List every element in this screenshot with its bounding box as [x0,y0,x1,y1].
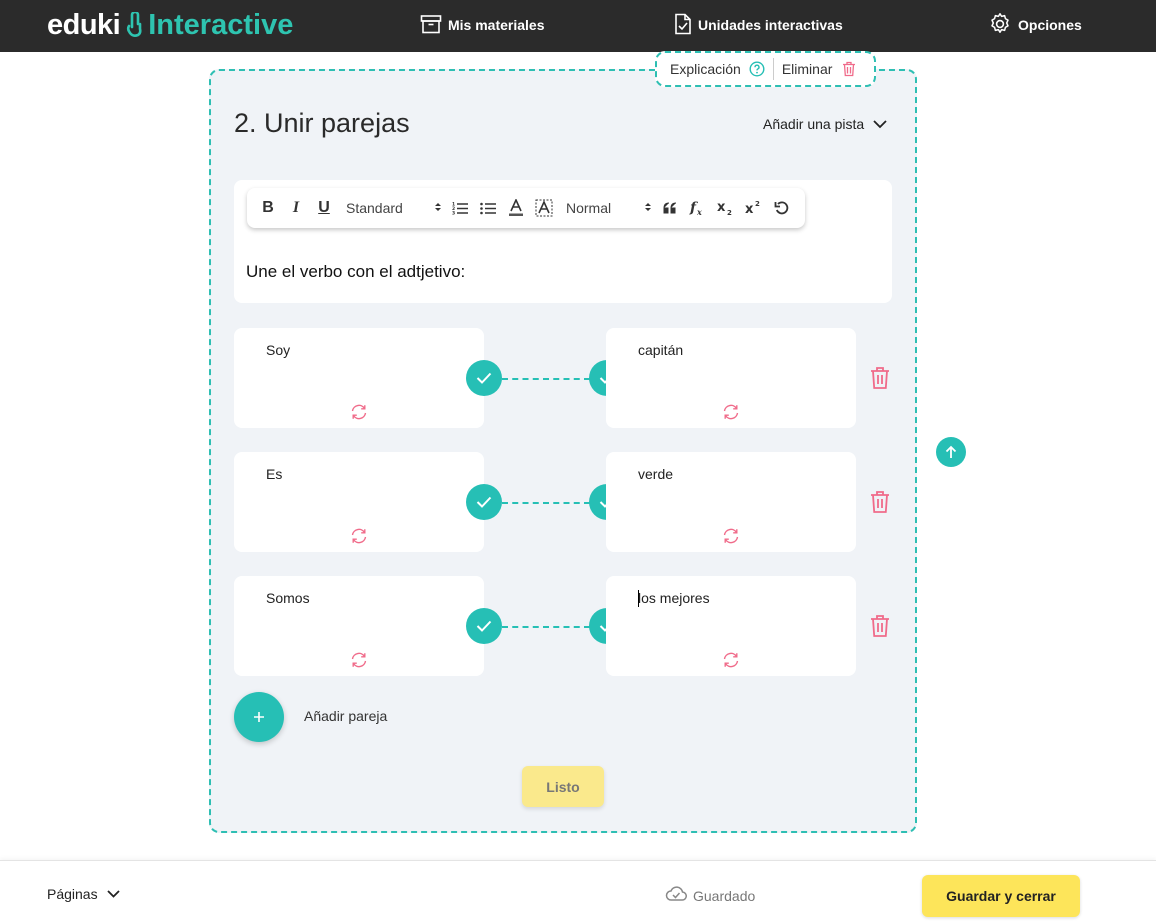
refresh-icon[interactable] [722,652,740,668]
delete-exercise-button[interactable]: Eliminar [782,61,833,77]
nav-unidades-interactivas[interactable]: Unidades interactivas [674,12,843,38]
refresh-icon[interactable] [350,404,368,420]
done-button[interactable]: Listo [522,766,604,807]
eduki-interactive-logo[interactable]: eduki Interactive [47,8,293,42]
save-and-close-button[interactable]: Guardar y cerrar [922,875,1080,917]
logo-eduki-text: eduki [47,8,121,41]
pair-connector-line [502,502,590,504]
pair-left-input[interactable]: Es [234,452,484,552]
font-select-value: Standard [346,200,403,216]
select-arrows-icon [644,200,652,216]
editor-toolbar: B I U Standard 123 Normal fx x2 x2 [247,188,805,228]
pair-right-text: capitán [638,342,684,358]
exercise-title: 2. Unir parejas [234,108,410,138]
archive-box-icon [420,14,448,37]
svg-text:2: 2 [727,209,732,216]
pages-label: Páginas [47,886,98,902]
subscript-icon[interactable]: x2 [717,188,735,228]
trash-icon[interactable] [870,490,890,514]
text-color-icon[interactable] [507,188,525,228]
add-hint-label: Añadir una pista [763,116,865,132]
pair-right-text: verde [638,466,674,482]
nav-mis-materiales-label: Mis materiales [448,17,545,33]
trash-icon[interactable] [842,61,856,77]
svg-text:x: x [745,202,754,216]
svg-text:2: 2 [755,200,760,208]
pair-left-input[interactable]: Soy [234,328,484,428]
clear-format-icon[interactable] [773,188,791,228]
pair-left-text: Somos [266,590,310,606]
nav-unidades-label: Unidades interactivas [698,17,843,33]
cloud-check-icon [665,886,693,905]
pair-left-text: Es [266,466,283,482]
save-status: Guardado [665,886,755,905]
pair-right-text: los mejores [638,590,710,606]
check-icon[interactable] [466,608,502,644]
ordered-list-icon[interactable]: 123 [451,188,469,228]
gear-icon [988,12,1018,39]
check-icon[interactable] [466,484,502,520]
chevron-down-icon [98,886,121,902]
nav-opciones[interactable]: Opciones [988,12,1082,38]
top-navigation-bar: eduki Interactive Mis materiales Unidade… [0,0,1156,52]
formula-icon[interactable]: fx [689,188,707,228]
trash-icon[interactable] [870,366,890,390]
refresh-icon[interactable] [722,404,740,420]
add-pair-label[interactable]: Añadir pareja [304,708,387,724]
bullet-list-icon[interactable] [479,188,497,228]
pages-dropdown[interactable]: Páginas [47,886,121,902]
highlight-color-icon[interactable] [535,188,553,228]
pair-right-input[interactable]: capitán [606,328,856,428]
blockquote-icon[interactable] [661,188,679,228]
chevron-down-icon [864,116,888,132]
pair-left-input[interactable]: Somos [234,576,484,676]
nav-opciones-label: Opciones [1018,17,1082,33]
check-icon[interactable] [466,360,502,396]
exercise-prompt-text[interactable]: Une el verbo con el adtjetivo: [246,262,465,282]
document-check-icon [674,13,698,38]
size-select-value: Normal [566,200,612,216]
logo-interactive-text: Interactive [148,8,294,41]
font-select[interactable]: Standard [346,188,442,228]
explanation-button[interactable]: Explicación [670,61,741,77]
save-status-label: Guardado [693,887,756,904]
refresh-icon[interactable] [350,652,368,668]
svg-text:3: 3 [452,211,455,216]
underline-icon[interactable]: U [315,188,333,228]
size-select[interactable]: Normal [566,188,652,228]
add-pair-button[interactable] [234,692,284,742]
refresh-icon[interactable] [722,528,740,544]
pair-left-text: Soy [266,342,291,358]
pair-right-input[interactable]: verde [606,452,856,552]
arrow-up-icon[interactable] [936,437,966,467]
nav-mis-materiales[interactable]: Mis materiales [420,12,545,38]
card-actions-bar: Explicación Eliminar [655,51,876,87]
trash-icon[interactable] [870,614,890,638]
hand-icon [126,12,142,38]
help-circle-icon[interactable] [749,61,765,77]
svg-text:x: x [696,207,702,217]
select-arrows-icon [434,200,442,216]
svg-text:x: x [717,200,726,215]
superscript-icon[interactable]: x2 [745,188,763,228]
pair-connector-line [502,378,590,380]
pair-connector-line [502,626,590,628]
pair-right-input[interactable]: los mejores [606,576,856,676]
add-hint-dropdown[interactable]: Añadir una pista [763,116,888,132]
bold-icon[interactable]: B [259,188,277,228]
plus-icon [253,706,265,729]
divider [772,58,774,80]
italic-icon[interactable]: I [287,188,305,228]
refresh-icon[interactable] [350,528,368,544]
